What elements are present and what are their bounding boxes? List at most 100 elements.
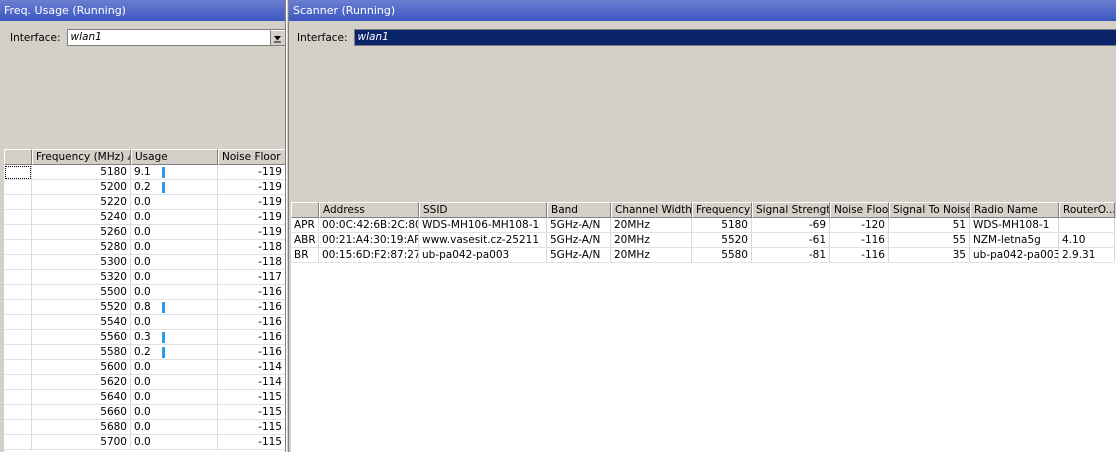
noise-floor-cell: -115 xyxy=(218,435,285,450)
table-row[interactable]: 5700 0.0 -115 xyxy=(4,435,285,450)
usage-cell: 0.8 xyxy=(131,300,218,315)
col-usage[interactable]: Usage xyxy=(131,149,218,165)
frequency-cell: 5640 xyxy=(32,390,131,405)
table-row[interactable]: 5180 9.1 -119 xyxy=(4,165,285,180)
usage-cell: 0.0 xyxy=(131,315,218,330)
table-row[interactable]: 5320 0.0 -117 xyxy=(4,270,285,285)
signal-to-noise-cell: 35 xyxy=(889,248,970,263)
interface-select[interactable]: wlan1 xyxy=(66,29,285,46)
chevron-down-icon[interactable] xyxy=(269,30,285,45)
frequency-cell: 5660 xyxy=(32,405,131,420)
row-flags xyxy=(4,330,32,345)
usage-cell: 0.3 xyxy=(131,330,218,345)
noise-floor-cell: -116 xyxy=(218,330,285,345)
flags-cell: ABR xyxy=(291,233,319,248)
table-row[interactable]: 5280 0.0 -118 xyxy=(4,240,285,255)
table-row[interactable]: 5240 0.0 -119 xyxy=(4,210,285,225)
channel-width-cell: 20MHz xyxy=(611,233,692,248)
scanner-interface-select[interactable]: wlan1 xyxy=(353,29,1116,46)
row-flags xyxy=(4,360,32,375)
noise-floor-cell: -119 xyxy=(218,225,285,240)
row-flags xyxy=(4,195,32,210)
col-address[interactable]: Address xyxy=(319,202,419,218)
channel-width-cell: 20MHz xyxy=(611,248,692,263)
table-row[interactable]: 5200 0.2 -119 xyxy=(4,180,285,195)
interface-value: wlan1 xyxy=(70,31,102,43)
table-row[interactable]: 5500 0.0 -116 xyxy=(4,285,285,300)
row-flags xyxy=(4,420,32,435)
usage-bar xyxy=(162,181,165,193)
ssid-cell: ub-pa042-pa003 xyxy=(419,248,547,263)
noise-floor-cell: -116 xyxy=(218,345,285,360)
ssid-cell: www.vasesit.cz-25211 xyxy=(419,233,547,248)
frequency-cell: 5320 xyxy=(32,270,131,285)
col-noise-floor[interactable]: Noise Floor xyxy=(830,202,889,218)
table-row[interactable]: 5600 0.0 -114 xyxy=(4,360,285,375)
table-row[interactable]: APR 00:0C:42:6B:2C:80 WDS-MH106-MH108-1 5GH… xyxy=(291,218,1116,233)
usage-value: 0.0 xyxy=(134,256,151,268)
scanner-title[interactable]: Scanner (Running) xyxy=(289,0,1116,21)
table-row[interactable]: 5560 0.3 -116 xyxy=(4,330,285,345)
table-row[interactable]: 5640 0.0 -115 xyxy=(4,390,285,405)
frequency-cell: 5200 xyxy=(32,180,131,195)
col-ssid[interactable]: SSID xyxy=(419,202,547,218)
usage-cell: 0.2 xyxy=(131,345,218,360)
col-routeros[interactable]: RouterO... xyxy=(1059,202,1115,218)
col-noise-floor[interactable]: Noise Floor xyxy=(218,149,285,165)
col-signal-strength[interactable]: Signal Strength xyxy=(752,202,830,218)
noise-floor-cell: -115 xyxy=(218,405,285,420)
noise-floor-cell: -115 xyxy=(218,390,285,405)
interface-row: Interface: wlan1 xyxy=(10,29,285,46)
row-flags xyxy=(4,315,32,330)
usage-value: 0.0 xyxy=(134,241,151,253)
table-row[interactable]: BR 00:15:6D:F2:87:27 ub-pa042-pa003 5GHz-A/… xyxy=(291,248,1116,263)
usage-cell: 0.2 xyxy=(131,180,218,195)
frequency-cell: 5500 xyxy=(32,285,131,300)
scanner-table: Address SSID Band Channel Width Frequenc… xyxy=(291,202,1116,452)
interface-label: Interface: xyxy=(10,31,61,44)
table-row[interactable]: 5580 0.2 -116 xyxy=(4,345,285,360)
usage-value: 0.0 xyxy=(134,436,151,448)
usage-value: 0.0 xyxy=(134,406,151,418)
col-channel-width[interactable]: Channel Width xyxy=(611,202,692,218)
col-signal-to-noise[interactable]: Signal To Noise xyxy=(889,202,970,218)
table-row[interactable]: 5680 0.0 -115 xyxy=(4,420,285,435)
table-row[interactable]: 5620 0.0 -114 xyxy=(4,375,285,390)
frequency-cell: 5580 xyxy=(692,248,752,263)
col-band[interactable]: Band xyxy=(547,202,611,218)
col-radio-name[interactable]: Radio Name xyxy=(970,202,1059,218)
table-row[interactable]: 5520 0.8 -116 xyxy=(4,300,285,315)
freq-usage-header: Frequency (MHz)▲ Usage Noise Floor xyxy=(4,149,285,165)
col-flags[interactable] xyxy=(291,202,319,218)
col-frequency[interactable]: Frequency (MHz)▲ xyxy=(32,149,131,165)
signal-strength-cell: -81 xyxy=(752,248,830,263)
usage-value: 0.2 xyxy=(134,346,151,358)
freq-usage-table: Frequency (MHz)▲ Usage Noise Floor 51809… xyxy=(4,149,285,452)
usage-cell: 0.0 xyxy=(131,270,218,285)
col-flags[interactable] xyxy=(4,149,32,165)
table-row[interactable]: 5220 0.0 -119 xyxy=(4,195,285,210)
frequency-cell: 5520 xyxy=(692,233,752,248)
routeros-cell: 2.9.31 xyxy=(1059,248,1115,263)
radio-name-cell: WDS-MH108-1 xyxy=(970,218,1059,233)
frequency-cell: 5220 xyxy=(32,195,131,210)
freq-usage-title[interactable]: Freq. Usage (Running) xyxy=(0,0,285,21)
scanner-interface-row: Interface: wlan1 xyxy=(297,29,1116,46)
noise-floor-cell: -118 xyxy=(218,240,285,255)
table-row[interactable]: 5660 0.0 -115 xyxy=(4,405,285,420)
frequency-cell: 5260 xyxy=(32,225,131,240)
row-flags xyxy=(4,300,32,315)
col-frequency-label: Frequency (MHz) xyxy=(36,151,125,163)
col-frequency[interactable]: Frequency xyxy=(692,202,752,218)
noise-floor-cell: -116 xyxy=(218,315,285,330)
table-row[interactable]: 5300 0.0 -118 xyxy=(4,255,285,270)
row-flags xyxy=(4,165,32,180)
table-row[interactable]: 5540 0.0 -116 xyxy=(4,315,285,330)
noise-floor-cell: -117 xyxy=(218,270,285,285)
table-row[interactable]: ABR 00:21:A4:30:19:AF www.vasesit.cz-25211… xyxy=(291,233,1116,248)
address-cell: 00:15:6D:F2:87:27 xyxy=(319,248,419,263)
row-flags xyxy=(4,180,32,195)
usage-value: 0.0 xyxy=(134,361,151,373)
table-row[interactable]: 5260 0.0 -119 xyxy=(4,225,285,240)
row-flags xyxy=(4,435,32,450)
